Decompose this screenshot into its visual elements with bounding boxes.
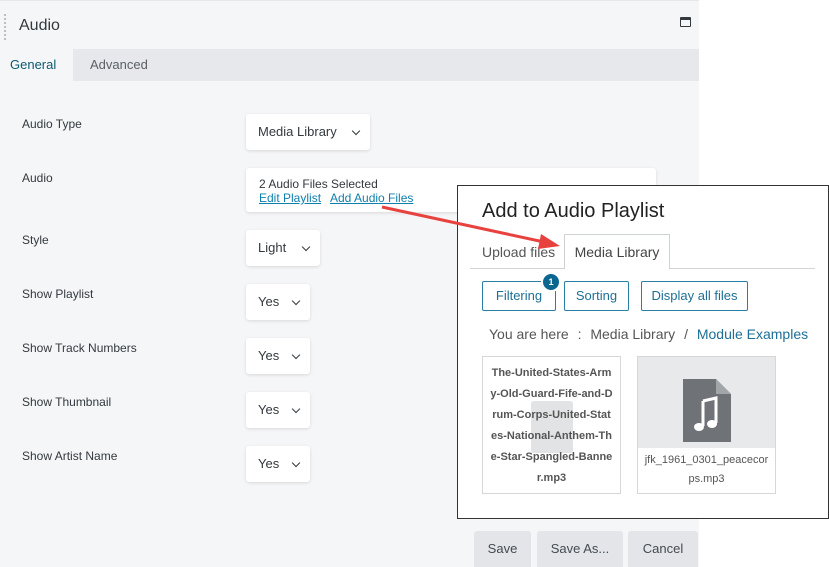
chevron-down-icon: [291, 458, 301, 468]
breadcrumb-module-examples[interactable]: Module Examples: [697, 326, 808, 342]
show-thumbnail-label: Show Thumbnail: [22, 395, 112, 409]
filter-count-badge: 1: [541, 272, 561, 292]
sorting-button[interactable]: Sorting: [564, 281, 629, 311]
display-all-files-button[interactable]: Display all files: [641, 281, 748, 311]
show-artist-name-select[interactable]: Yes: [246, 446, 310, 482]
tab-media-library[interactable]: Media Library: [564, 234, 670, 269]
save-as-button[interactable]: Save As...: [537, 531, 623, 567]
style-select[interactable]: Light: [246, 230, 320, 266]
show-playlist-label: Show Playlist: [22, 287, 94, 301]
chevron-down-icon: [291, 404, 301, 414]
maximize-icon[interactable]: [680, 17, 691, 27]
show-track-numbers-value: Yes: [258, 348, 280, 363]
media-file-name: jfk_1961_0301_peacecorps.mp3: [638, 448, 775, 493]
tab-advanced[interactable]: Advanced: [90, 49, 148, 81]
chevron-down-icon: [291, 296, 301, 306]
chevron-down-icon: [301, 242, 311, 252]
show-thumbnail-value: Yes: [258, 402, 280, 417]
add-to-audio-playlist-dialog: Add to Audio Playlist Upload files Media…: [457, 185, 829, 519]
media-file-tile[interactable]: The-United-States-Army-Old-Guard-Fife-an…: [482, 356, 621, 494]
chevron-down-icon: [291, 350, 301, 360]
cancel-button[interactable]: Cancel: [628, 531, 698, 567]
save-button[interactable]: Save: [474, 531, 531, 567]
audio-type-value: Media Library: [258, 124, 337, 139]
settings-tabs: General Advanced: [0, 49, 699, 81]
show-thumbnail-select[interactable]: Yes: [246, 392, 310, 428]
breadcrumb-separator: :: [577, 326, 582, 342]
tab-general[interactable]: General: [0, 49, 73, 81]
show-track-numbers-label: Show Track Numbers: [22, 341, 137, 355]
show-playlist-value: Yes: [258, 294, 280, 309]
breadcrumb-media-library[interactable]: Media Library: [590, 326, 675, 342]
audio-type-label: Audio Type: [22, 117, 82, 131]
drag-handle-icon[interactable]: [3, 13, 7, 41]
media-file-tile[interactable]: jfk_1961_0301_peacecorps.mp3: [637, 356, 776, 494]
panel-header: Audio: [0, 0, 699, 49]
audio-files-count: 2 Audio Files Selected: [259, 177, 378, 191]
breadcrumb: You are here : Media Library / Module Ex…: [489, 326, 808, 342]
show-track-numbers-select[interactable]: Yes: [246, 338, 310, 374]
audio-file-icon: [683, 379, 731, 442]
panel-title: Audio: [19, 17, 60, 34]
style-label: Style: [22, 233, 49, 247]
audio-type-select[interactable]: Media Library: [246, 114, 370, 150]
show-artist-name-value: Yes: [258, 456, 280, 471]
tab-upload-files[interactable]: Upload files: [482, 244, 555, 260]
show-artist-name-label: Show Artist Name: [22, 449, 118, 463]
breadcrumb-prefix: You are here: [489, 326, 569, 342]
show-playlist-select[interactable]: Yes: [246, 284, 310, 320]
media-file-name: The-United-States-Army-Old-Guard-Fife-an…: [490, 367, 613, 484]
breadcrumb-separator: /: [684, 326, 688, 342]
style-value: Light: [258, 240, 287, 255]
audio-label: Audio: [22, 171, 53, 185]
edit-playlist-link[interactable]: Edit Playlist: [259, 191, 321, 205]
add-audio-files-link[interactable]: Add Audio Files: [330, 191, 413, 205]
chevron-down-icon: [351, 126, 361, 136]
dialog-title: Add to Audio Playlist: [482, 200, 665, 222]
